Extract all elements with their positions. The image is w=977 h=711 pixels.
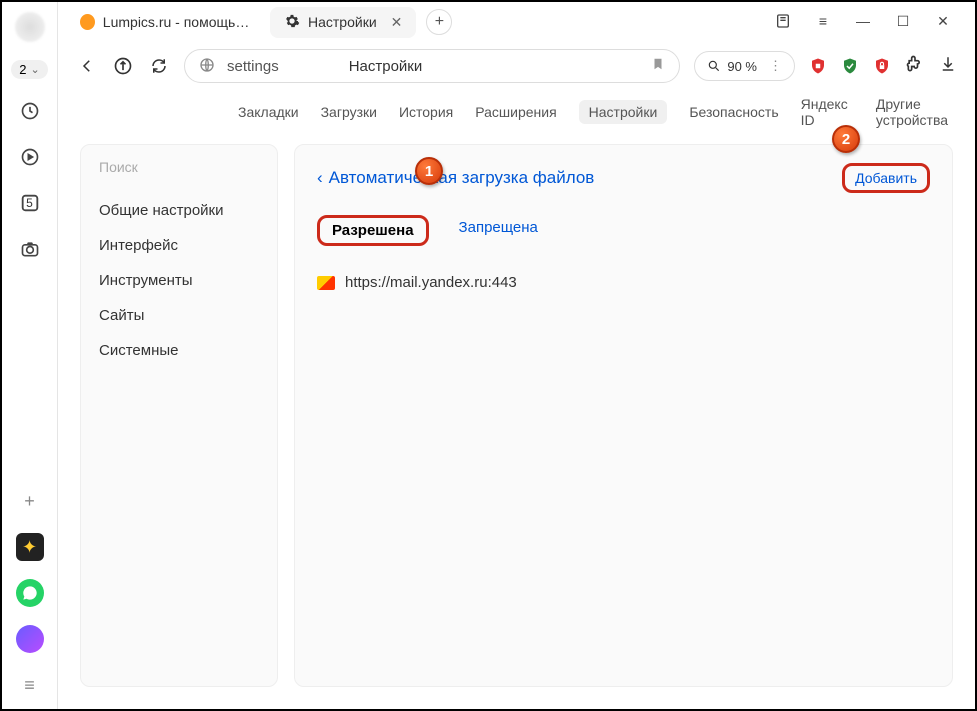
globe-icon xyxy=(199,57,217,75)
whatsapp-icon[interactable] xyxy=(16,579,44,607)
settings-panel: 2 ‹ Автоматическая загрузка файлов 1 Доб… xyxy=(294,144,953,687)
mail-icon xyxy=(317,276,335,290)
alice-icon[interactable] xyxy=(16,625,44,653)
callout-2: 2 xyxy=(832,125,860,153)
nav-bookmarks[interactable]: Закладки xyxy=(238,104,299,120)
minimize-button[interactable]: — xyxy=(855,13,871,32)
kebab-icon[interactable]: ⋮ xyxy=(769,58,782,74)
puzzle-icon[interactable] xyxy=(905,54,925,79)
bookmark-icon[interactable] xyxy=(651,56,665,76)
chevron-left-icon: ‹ xyxy=(317,168,323,188)
reload-button[interactable] xyxy=(148,55,170,77)
history-icon[interactable] xyxy=(16,97,44,125)
gear-icon xyxy=(284,13,300,32)
settings-sidebar: Поиск Общие настройки Интерфейс Инструме… xyxy=(80,144,278,687)
magnifier-icon xyxy=(707,59,721,73)
nav-settings[interactable]: Настройки xyxy=(579,100,668,124)
camera-icon[interactable] xyxy=(16,235,44,263)
nav-downloads[interactable]: Загрузки xyxy=(321,104,377,120)
reader-icon[interactable] xyxy=(775,13,791,32)
menu-icon[interactable]: ≡ xyxy=(16,671,44,699)
avatar[interactable] xyxy=(15,12,45,42)
app-icon-1[interactable]: ✦ xyxy=(16,533,44,561)
nav-history[interactable]: История xyxy=(399,104,453,120)
tab-count-pill[interactable]: 2 ⌄ xyxy=(11,60,47,79)
menu-lines-icon[interactable]: ≡ xyxy=(815,13,831,32)
back-link[interactable]: ‹ Автоматическая загрузка файлов xyxy=(317,168,594,188)
sidebar-item-interface[interactable]: Интерфейс xyxy=(95,228,263,263)
address-bar: settings Настройки 90 % ⋮ xyxy=(58,42,975,90)
content-area: Поиск Общие настройки Интерфейс Инструме… xyxy=(58,134,975,709)
permission-tabs: Разрешена Запрещена xyxy=(317,215,930,246)
site-url: https://mail.yandex.ru:443 xyxy=(345,274,517,291)
tab-lumpics[interactable]: Lumpics.ru - помощь с ко xyxy=(66,8,266,36)
tab-denied[interactable]: Запрещена xyxy=(447,215,550,246)
add-button[interactable]: Добавить xyxy=(842,163,930,193)
sidebar-item-tools[interactable]: Инструменты xyxy=(95,263,263,298)
tab-settings[interactable]: Настройки ✕ xyxy=(270,7,416,38)
download-icon[interactable] xyxy=(939,55,957,78)
window-controls: ≡ — ☐ ✕ xyxy=(775,13,967,32)
shield-green-icon[interactable] xyxy=(841,56,859,76)
yandex-logo-icon[interactable] xyxy=(112,55,134,77)
close-window-button[interactable]: ✕ xyxy=(935,13,951,32)
shield-red-icon[interactable] xyxy=(809,56,827,76)
page-title-inline: Настройки xyxy=(349,58,423,75)
nav-security[interactable]: Безопасность xyxy=(689,104,778,120)
favicon-icon xyxy=(80,14,95,30)
chevron-down-icon: ⌄ xyxy=(31,63,40,76)
tab-title: Lumpics.ru - помощь с ко xyxy=(103,14,252,30)
screenshot-count: 5 xyxy=(26,196,33,210)
nav-yandex-id[interactable]: Яндекс ID xyxy=(801,96,854,128)
site-row[interactable]: https://mail.yandex.ru:443 xyxy=(317,274,930,291)
shield-lock-icon[interactable] xyxy=(873,56,891,76)
main-area: Lumpics.ru - помощь с ко Настройки ✕ + ≡… xyxy=(58,2,975,709)
maximize-button[interactable]: ☐ xyxy=(895,13,911,32)
play-icon[interactable] xyxy=(16,143,44,171)
tab-allowed[interactable]: Разрешена xyxy=(317,215,429,246)
callout-1: 1 xyxy=(415,157,443,185)
sidebar-item-system[interactable]: Системные xyxy=(95,333,263,368)
zoom-value: 90 % xyxy=(727,59,757,74)
back-button[interactable] xyxy=(76,55,98,77)
tab-bar: Lumpics.ru - помощь с ко Настройки ✕ + ≡… xyxy=(58,2,975,42)
add-panel-icon[interactable]: + xyxy=(16,487,44,515)
tab-title: Настройки xyxy=(308,14,377,30)
close-icon[interactable]: ✕ xyxy=(391,14,403,31)
sidebar-search[interactable]: Поиск xyxy=(95,159,263,175)
zoom-control[interactable]: 90 % ⋮ xyxy=(694,51,795,81)
url-box[interactable]: settings Настройки xyxy=(184,49,680,83)
panel-title: Автоматическая загрузка файлов xyxy=(329,168,595,188)
nav-other-devices[interactable]: Другие устройства xyxy=(876,96,975,128)
new-tab-button[interactable]: + xyxy=(426,9,452,35)
extension-icons xyxy=(809,54,957,79)
sidebar-item-general[interactable]: Общие настройки xyxy=(95,193,263,228)
nav-extensions[interactable]: Расширения xyxy=(475,104,556,120)
sidebar-item-sites[interactable]: Сайты xyxy=(95,298,263,333)
url-text: settings xyxy=(227,58,279,75)
site-list: https://mail.yandex.ru:443 xyxy=(317,274,930,291)
tab-count: 2 xyxy=(19,62,26,77)
screenshot-badge[interactable]: 5 xyxy=(16,189,44,217)
panel-header: ‹ Автоматическая загрузка файлов 1 Добав… xyxy=(317,163,930,193)
left-rail: 2 ⌄ 5 + ✦ ≡ xyxy=(2,2,58,709)
